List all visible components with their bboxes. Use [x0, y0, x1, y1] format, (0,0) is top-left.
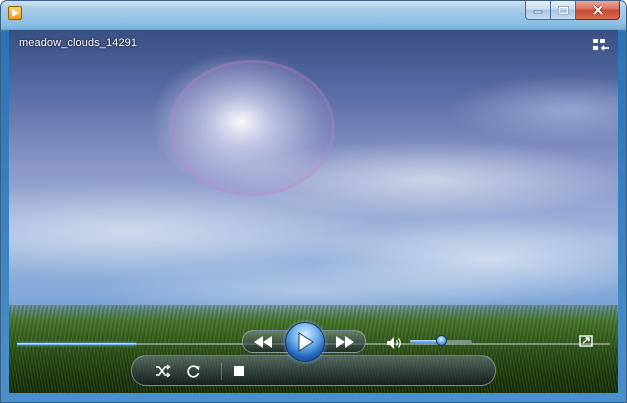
repeat-icon	[186, 364, 199, 378]
next-button[interactable]	[333, 334, 357, 350]
switch-to-library-icon[interactable]	[592, 38, 610, 52]
shuffle-button[interactable]	[154, 362, 172, 380]
close-icon	[592, 5, 603, 15]
stop-button[interactable]	[231, 363, 247, 379]
maximize-button[interactable]	[551, 1, 576, 20]
video-area[interactable]: meadow_clouds_14291	[9, 30, 618, 393]
speaker-icon	[386, 337, 401, 349]
play-icon	[298, 332, 314, 352]
play-button[interactable]	[285, 322, 325, 362]
media-player-app-icon[interactable]	[8, 6, 22, 20]
repeat-button[interactable]	[184, 362, 202, 380]
close-button[interactable]	[576, 1, 620, 20]
player-window: meadow_clouds_14291	[0, 0, 627, 403]
previous-button[interactable]	[251, 334, 275, 350]
volume-thumb[interactable]	[436, 335, 447, 346]
caption-buttons	[525, 1, 620, 21]
minimize-button[interactable]	[525, 1, 551, 20]
control-divider	[221, 363, 222, 380]
mute-button[interactable]	[385, 335, 403, 351]
next-icon	[336, 336, 354, 348]
previous-icon	[254, 336, 272, 348]
title-bar[interactable]	[1, 1, 626, 29]
shuffle-icon	[156, 364, 171, 378]
fullscreen-icon[interactable]	[579, 335, 593, 347]
minimize-icon	[533, 10, 543, 14]
seek-progress	[17, 343, 136, 345]
lens-flare	[169, 60, 335, 196]
video-title: meadow_clouds_14291	[19, 37, 138, 49]
maximize-icon	[557, 5, 569, 15]
stop-icon	[234, 366, 244, 376]
